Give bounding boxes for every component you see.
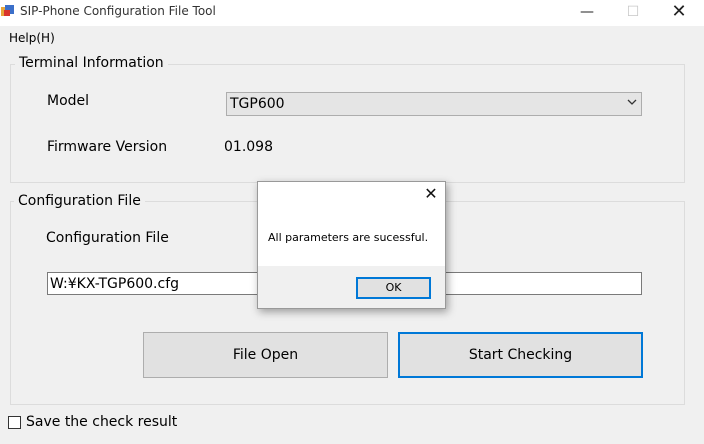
app-icon [1, 5, 14, 16]
chevron-down-icon [627, 99, 637, 105]
ok-button-label: OK [385, 281, 402, 294]
save-check-checkbox[interactable] [8, 416, 21, 429]
terminal-info-title: Terminal Information [15, 55, 168, 71]
title-bar: SIP-Phone Configuration File Tool — ☐ ✕ [0, 0, 704, 26]
config-file-label: Configuration File [46, 230, 169, 246]
model-label: Model [47, 93, 90, 109]
dialog-close-icon[interactable]: ✕ [421, 184, 441, 204]
start-checking-label: Start Checking [468, 347, 573, 363]
firmware-label: Firmware Version [47, 139, 168, 155]
file-open-label: File Open [232, 347, 299, 363]
save-check-label[interactable]: Save the check result [26, 414, 177, 430]
model-select[interactable]: TGP600 [226, 92, 642, 116]
start-checking-button[interactable]: Start Checking [398, 332, 643, 378]
model-select-value: TGP600 [230, 96, 285, 112]
config-file-path-value: W:¥KX-TGP600.cfg [50, 276, 180, 292]
file-open-button[interactable]: File Open [143, 332, 388, 378]
close-icon[interactable]: ✕ [656, 0, 702, 26]
dialog-message: All parameters are sucessful. [268, 231, 429, 244]
dialog-footer: OK [258, 266, 445, 308]
config-file-title: Configuration File [14, 193, 145, 209]
menu-help[interactable]: Help(H) [9, 31, 55, 45]
ok-button[interactable]: OK [356, 277, 431, 299]
firmware-value: 01.098 [224, 139, 273, 155]
window-title: SIP-Phone Configuration File Tool [20, 4, 216, 18]
maximize-icon[interactable]: ☐ [610, 0, 656, 26]
menu-bar: Help(H) [0, 27, 704, 49]
minimize-icon[interactable]: — [564, 0, 610, 26]
result-dialog: ✕ All parameters are sucessful. OK [257, 181, 446, 309]
terminal-info-group [10, 64, 685, 183]
